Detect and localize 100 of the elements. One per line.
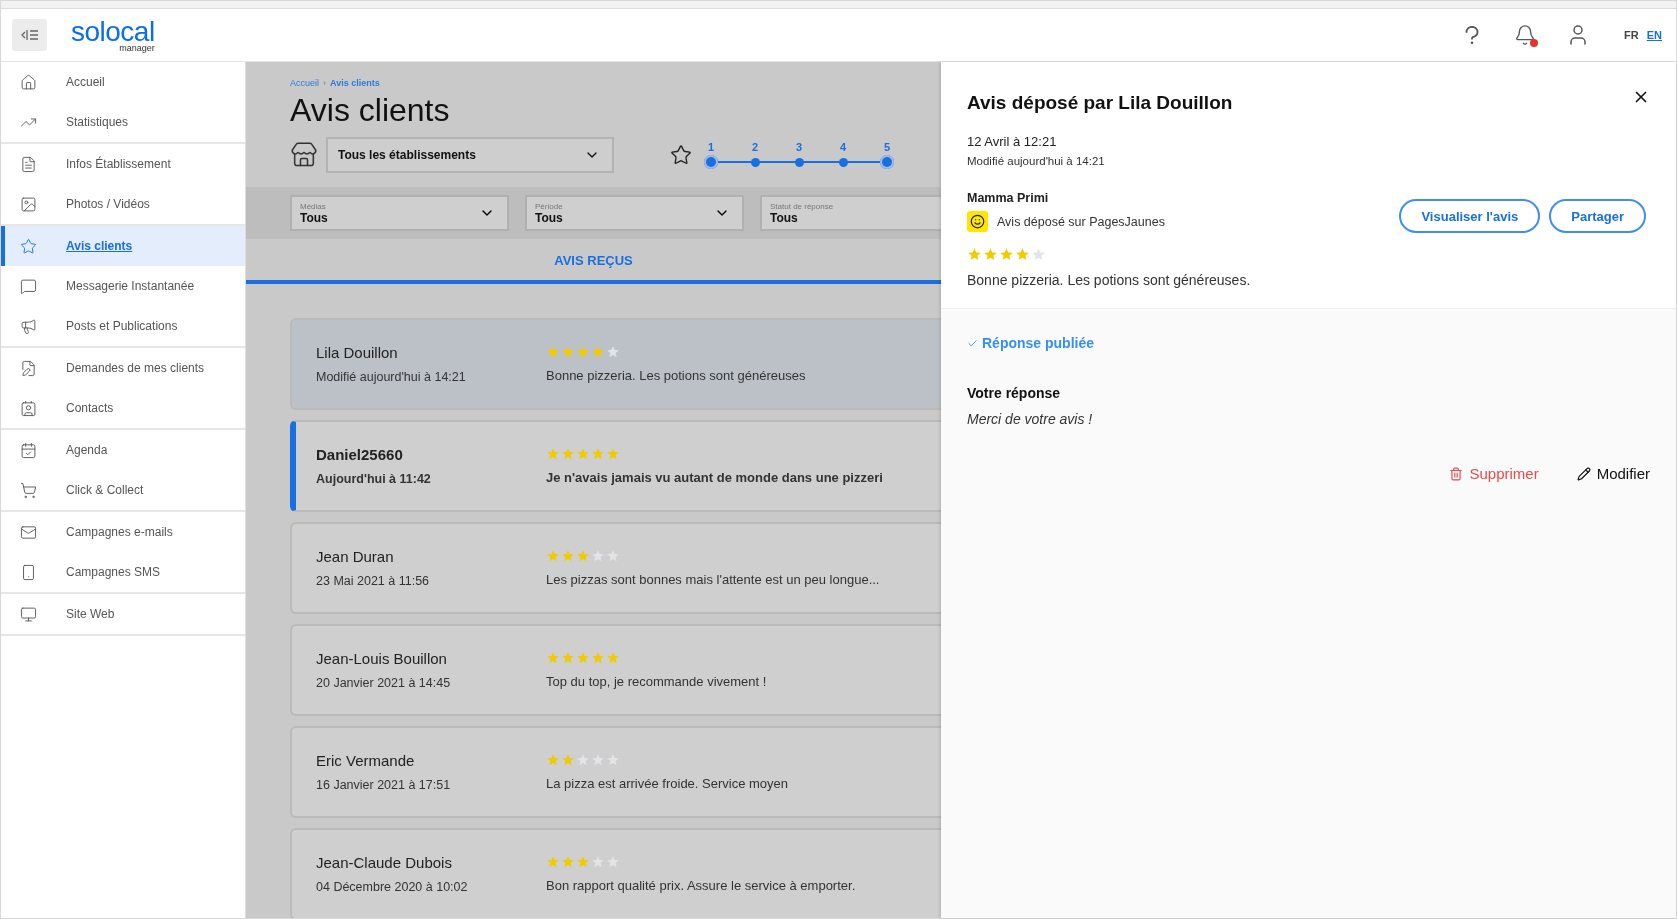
sidebar-item[interactable]: Infos Établissement bbox=[1, 144, 245, 184]
star-icon bbox=[1015, 247, 1030, 262]
review-date: 20 Janvier 2021 à 14:45 bbox=[316, 676, 452, 690]
filter-select[interactable]: Médias Tous bbox=[290, 195, 509, 231]
review-author: Daniel25660 bbox=[316, 446, 404, 463]
review-author: Eric Vermande bbox=[316, 752, 416, 769]
filter-select[interactable]: Période Tous bbox=[525, 195, 744, 231]
slider-handle[interactable] bbox=[704, 155, 718, 169]
megaphone-icon bbox=[20, 317, 37, 335]
slider-dot[interactable] bbox=[838, 157, 848, 167]
review-card[interactable]: Jean-Claude Dubois 04 Décembre 2020 à 10:02 Bon rapport qualité prix. Assure le service à emporter. bbox=[290, 828, 941, 918]
star-icon bbox=[576, 447, 590, 461]
sidebar-item[interactable]: Contacts bbox=[1, 388, 245, 428]
sidebar-item[interactable]: Posts et Publications bbox=[1, 306, 245, 346]
delete-button[interactable]: Supprimer bbox=[1449, 465, 1539, 482]
sidebar-item[interactable]: Messagerie Instantanée bbox=[1, 266, 245, 306]
establishment-select[interactable]: Tous les établissements bbox=[326, 137, 614, 173]
star-icon bbox=[561, 549, 575, 563]
star-icon bbox=[606, 855, 620, 869]
image-icon bbox=[20, 195, 37, 213]
star-icon bbox=[576, 855, 590, 869]
review-card[interactable]: Daniel25660 Aujourd'hui à 11:42 Je n'avais jamais vu autant de monde dans une pizzeri bbox=[290, 420, 941, 512]
star-icon bbox=[606, 447, 620, 461]
star-icon bbox=[546, 651, 560, 665]
sidebar-item[interactable]: Campagnes SMS bbox=[1, 552, 245, 592]
sidebar-item[interactable]: Accueil bbox=[1, 62, 245, 102]
step-label: 1 bbox=[707, 141, 715, 153]
star-icon bbox=[561, 345, 575, 359]
language-link[interactable]: EN bbox=[1646, 29, 1662, 41]
check-icon bbox=[967, 337, 978, 349]
star-icon bbox=[576, 753, 590, 767]
star-icon bbox=[546, 447, 560, 461]
step-label: 5 bbox=[883, 141, 891, 153]
star-icon bbox=[606, 651, 620, 665]
review-date: 23 Mai 2021 à 11:56 bbox=[316, 574, 431, 588]
review-text: La pizza est arrivée froide. Service moyen bbox=[546, 776, 789, 791]
star-icon bbox=[546, 855, 560, 869]
review-card[interactable]: Eric Vermande 16 Janvier 2021 à 17:51 La pizza est arrivée froide. Service moyen bbox=[290, 726, 941, 818]
review-text: Je n'avais jamais vu autant de monde dans une pizzeri bbox=[546, 470, 883, 485]
review-date: 16 Janvier 2021 à 17:51 bbox=[316, 778, 452, 792]
pagesjaunes-smile-icon bbox=[967, 211, 988, 232]
response-heading: Votre réponse bbox=[967, 385, 1062, 401]
envelope-icon bbox=[20, 523, 37, 541]
edit-button[interactable]: Modifier bbox=[1576, 465, 1650, 482]
review-text: Bonne pizzeria. Les potions sont généreuses. bbox=[967, 272, 1252, 288]
review-author: Jean Duran bbox=[316, 548, 395, 565]
sidebar-item[interactable]: Agenda bbox=[1, 430, 245, 470]
review-text: Top du top, je recommande vivement ! bbox=[546, 674, 767, 689]
menu-collapse-button[interactable] bbox=[12, 19, 47, 51]
monitor-icon bbox=[20, 605, 37, 623]
star-icon bbox=[967, 247, 982, 262]
phone-icon bbox=[20, 563, 37, 581]
slider-dot[interactable] bbox=[794, 157, 804, 167]
sidebar-item[interactable]: Click & Collect bbox=[1, 470, 245, 510]
establishment-name: Mamma Primi bbox=[967, 191, 1050, 205]
star-icon bbox=[20, 237, 37, 255]
star-icon bbox=[606, 345, 620, 359]
review-source: Avis déposé sur PagesJaunes bbox=[997, 214, 1165, 229]
review-text: Bonne pizzeria. Les potions sont généreuses bbox=[546, 368, 806, 383]
review-card[interactable]: Jean Duran 23 Mai 2021 à 11:56 Les pizzas sont bonnes mais l'attente est un peu longue... bbox=[290, 522, 941, 614]
sidebar-item[interactable]: Avis clients bbox=[1, 226, 245, 266]
review-date: Modifié aujourd'hui à 14:21 bbox=[316, 370, 467, 384]
sidebar-item[interactable]: Campagnes e-mails bbox=[1, 512, 245, 552]
pencil-icon bbox=[1576, 466, 1591, 481]
menu-collapse-icon bbox=[20, 29, 39, 41]
sidebar-item[interactable]: Photos / Vidéos bbox=[1, 184, 245, 224]
review-card[interactable]: Lila Douillon Modifié aujourd'hui à 14:21 Bonne pizzeria. Les potions sont généreuses bbox=[290, 318, 941, 410]
slider-dot[interactable] bbox=[750, 157, 760, 167]
notifications-button[interactable] bbox=[1514, 24, 1537, 46]
step-label: 2 bbox=[751, 141, 759, 153]
star-icon bbox=[591, 549, 605, 563]
filter-select[interactable]: Statut de réponse Tous bbox=[760, 195, 941, 231]
star-icon bbox=[591, 447, 605, 461]
sidebar-item[interactable]: Demandes de mes clients bbox=[1, 348, 245, 388]
language-link[interactable]: FR bbox=[1624, 29, 1639, 41]
modified-date: Modifié aujourd'hui à 14:21 bbox=[967, 155, 1106, 167]
cart-icon bbox=[20, 481, 37, 499]
star-icon bbox=[983, 247, 998, 262]
chat-bubble-icon bbox=[20, 277, 37, 295]
outline-button[interactable]: Partager bbox=[1549, 199, 1646, 233]
review-author: Jean-Claude Dubois bbox=[316, 854, 453, 871]
review-date: 04 Décembre 2020 à 10:02 bbox=[316, 880, 469, 894]
slider-handle[interactable] bbox=[880, 155, 894, 169]
outline-button[interactable]: Visualiser l'avis bbox=[1399, 199, 1541, 233]
document-pen-icon bbox=[20, 359, 37, 377]
star-icon bbox=[591, 651, 605, 665]
review-author: Lila Douillon bbox=[316, 344, 399, 361]
review-text: Les pizzas sont bonnes mais l'attente est un peu longue... bbox=[546, 572, 880, 587]
sidebar-item[interactable]: Site Web bbox=[1, 594, 245, 634]
star-icon bbox=[561, 753, 575, 767]
calendar-check-icon bbox=[20, 441, 37, 459]
contact-card-icon bbox=[20, 399, 37, 417]
star-icon bbox=[999, 247, 1014, 262]
response-status-label: Réponse publiée bbox=[982, 335, 1095, 351]
star-icon bbox=[546, 345, 560, 359]
star-icon bbox=[561, 855, 575, 869]
review-card[interactable]: Jean-Louis Bouillon 20 Janvier 2021 à 14:45 Top du top, je recommande vivement ! bbox=[290, 624, 941, 716]
star-icon bbox=[606, 549, 620, 563]
review-text: Bon rapport qualité prix. Assure le service à emporter. bbox=[546, 878, 856, 893]
sidebar-item[interactable]: Statistiques bbox=[1, 102, 245, 142]
